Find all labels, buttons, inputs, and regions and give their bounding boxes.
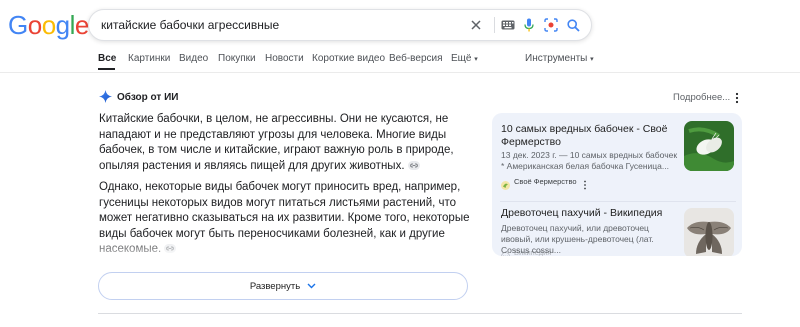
sources-panel: 10 самых вредных бабочек - Своё Фермерст… bbox=[492, 113, 742, 256]
keyboard-icon[interactable] bbox=[499, 16, 517, 34]
mic-icon[interactable] bbox=[520, 16, 538, 34]
logo-letter: g bbox=[55, 10, 70, 40]
logo-letter: o bbox=[27, 10, 42, 40]
source-title[interactable]: 10 самых вредных бабочек - Своё Фермерст… bbox=[501, 123, 671, 149]
chevron-down-icon: ▾ bbox=[590, 56, 594, 63]
logo-letter: o bbox=[41, 10, 56, 40]
text-fade-overlay bbox=[98, 236, 478, 270]
site-favicon-icon bbox=[501, 177, 511, 190]
sparkle-icon bbox=[99, 90, 112, 103]
chevron-down-icon: ▾ bbox=[474, 56, 478, 63]
ai-paragraph-text: Китайские бабочки, в целом, не агрессивн… bbox=[99, 113, 454, 172]
source-title[interactable]: Древоточец пахучий - Википедия bbox=[501, 207, 681, 220]
expand-label: Развернуть bbox=[249, 280, 301, 292]
tab-web[interactable]: Веб-версия bbox=[389, 53, 443, 64]
search-box[interactable]: китайские бабочки агрессивные bbox=[88, 9, 592, 41]
source-snippet: 13 дек. 2023 г. — 10 самых вредных бабоч… bbox=[501, 150, 678, 171]
logo-letter: e bbox=[74, 10, 89, 40]
chevron-down-icon bbox=[307, 283, 316, 289]
tab-images[interactable]: Картинки bbox=[128, 53, 170, 64]
ai-paragraph: Китайские бабочки, в целом, не агрессивн… bbox=[99, 112, 471, 174]
source-site: Своё Фермерство bbox=[514, 177, 577, 186]
search-divider bbox=[494, 17, 495, 33]
search-input[interactable]: китайские бабочки агрессивные bbox=[101, 18, 279, 32]
tab-more[interactable]: Ещё ▾ bbox=[451, 53, 478, 64]
section-divider bbox=[98, 313, 742, 314]
wikipedia-icon: W bbox=[501, 248, 510, 256]
tab-shopping[interactable]: Покупки bbox=[218, 53, 256, 64]
tools-button[interactable]: Инструменты ▾ bbox=[525, 53, 594, 64]
tab-news[interactable]: Новости bbox=[265, 53, 304, 64]
search-icon[interactable] bbox=[564, 16, 582, 34]
active-tab-indicator bbox=[98, 68, 115, 70]
more-vert-icon[interactable] bbox=[583, 177, 587, 190]
tab-all[interactable]: Все bbox=[98, 53, 116, 64]
lens-icon[interactable] bbox=[542, 16, 560, 34]
more-link[interactable]: Подробнее... bbox=[673, 92, 730, 103]
google-logo[interactable]: Google bbox=[8, 10, 89, 41]
source-card[interactable]: 10 самых вредных бабочек - Своё Фермерст… bbox=[492, 113, 742, 201]
tools-label: Инструменты bbox=[525, 53, 588, 64]
source-thumbnail[interactable] bbox=[684, 208, 734, 256]
header-divider bbox=[0, 72, 800, 73]
logo-letter: G bbox=[8, 10, 28, 40]
svg-text:W: W bbox=[503, 255, 508, 256]
source-site: Википедия bbox=[514, 248, 552, 256]
ai-overview-title: Обзор от ИИ bbox=[117, 92, 179, 103]
source-card[interactable]: Древоточец пахучий - Википедия Древоточе… bbox=[492, 202, 742, 256]
close-icon[interactable] bbox=[467, 16, 485, 34]
tab-short-videos[interactable]: Короткие видео bbox=[312, 53, 385, 64]
link-icon[interactable] bbox=[407, 160, 420, 170]
more-vert-icon[interactable] bbox=[733, 91, 741, 104]
tab-more-label: Ещё bbox=[451, 53, 472, 64]
tab-video[interactable]: Видео bbox=[179, 53, 208, 64]
expand-button[interactable]: Развернуть bbox=[98, 272, 468, 300]
source-thumbnail[interactable] bbox=[684, 121, 734, 171]
